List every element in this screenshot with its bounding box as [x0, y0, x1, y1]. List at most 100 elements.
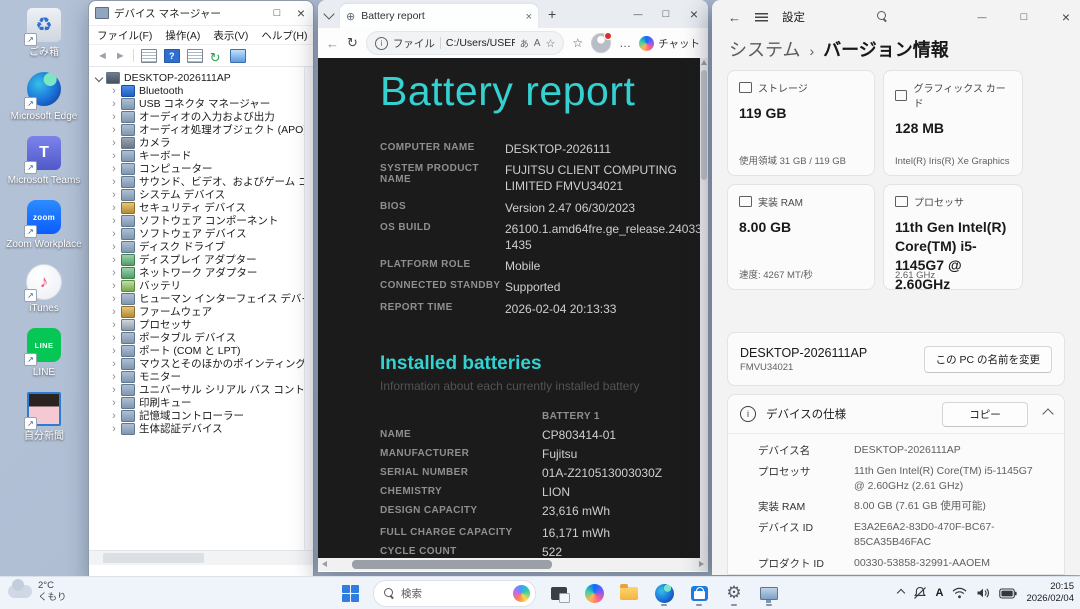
expand-chevron-icon[interactable]	[109, 111, 119, 123]
expand-chevron-icon[interactable]	[109, 358, 119, 370]
page-info-icon[interactable]	[374, 36, 388, 50]
vertical-scrollbar[interactable]	[304, 67, 313, 565]
expand-chevron-icon[interactable]	[109, 98, 119, 110]
expand-chevron-icon[interactable]	[109, 189, 119, 201]
device-tree-item[interactable]: マウスとそのほかのポインティング デバイス	[89, 357, 313, 370]
desktop-icon[interactable]: ごみ箱	[4, 8, 84, 58]
maximize-button[interactable]	[652, 0, 680, 28]
settings-titlebar[interactable]: 設定	[712, 0, 1080, 34]
tab-search-chevron-icon[interactable]	[318, 8, 340, 20]
minimize-button[interactable]	[968, 0, 996, 34]
battery-icon[interactable]	[999, 587, 1018, 599]
spec-card[interactable]: ストレージ 119 GB 使用領域 31 GB / 119 GB	[727, 70, 875, 176]
desktop-icon[interactable]: iTunes	[4, 264, 84, 314]
copy-button[interactable]: コピー	[942, 401, 1028, 427]
expand-chevron-icon[interactable]	[109, 306, 119, 318]
new-tab-button[interactable]	[548, 6, 556, 22]
expand-chevron-icon[interactable]	[109, 280, 119, 292]
breadcrumb-system[interactable]: システム	[729, 36, 800, 62]
spec-card[interactable]: 実装 RAM 8.00 GB 速度: 4267 MT/秒	[727, 184, 875, 290]
close-button[interactable]	[289, 1, 313, 25]
expand-chevron-icon[interactable]	[109, 332, 119, 344]
translate-icon[interactable]	[520, 37, 529, 50]
taskbar-search[interactable]: 検索	[373, 579, 536, 607]
collapse-chevron-icon[interactable]	[1042, 408, 1054, 420]
copilot-chat-button[interactable]: チャット	[639, 35, 700, 51]
device-tree-item[interactable]: カメラ	[89, 136, 313, 149]
weather-widget[interactable]: 2°C くもり	[8, 579, 67, 604]
search-icon[interactable]	[877, 8, 887, 26]
help-icon[interactable]	[163, 48, 180, 63]
desktop-icon[interactable]: zoom Zoom Workplace	[4, 200, 84, 250]
settings-button[interactable]	[722, 580, 746, 606]
expand-chevron-icon[interactable]	[109, 397, 119, 409]
desktop-icon[interactable]: T Microsoft Teams	[4, 136, 84, 186]
edge-button[interactable]	[652, 580, 676, 606]
expand-chevron-icon[interactable]	[109, 215, 119, 227]
file-explorer-button[interactable]	[617, 580, 641, 606]
tab-battery-report[interactable]: Battery report	[340, 4, 538, 28]
hidden-icons-chevron[interactable]	[896, 588, 905, 598]
device-tree-item[interactable]: 生体認証デバイス	[89, 422, 313, 435]
profile-avatar[interactable]	[591, 32, 613, 53]
wifi-icon[interactable]	[952, 587, 967, 599]
expand-chevron-icon[interactable]	[109, 267, 119, 279]
maximize-button[interactable]	[265, 1, 289, 25]
do-not-disturb-icon[interactable]	[913, 586, 927, 600]
menu-item[interactable]: 表示(V)	[213, 28, 248, 43]
store-button[interactable]	[687, 580, 711, 606]
spec-card[interactable]: グラフィックス カード 128 MB Intel(R) Iris(R) Xe G…	[883, 70, 1023, 176]
list-view-icon[interactable]	[140, 48, 157, 63]
address-bar[interactable]: ファイル C:/Users/USER...	[365, 31, 565, 55]
device-tree-item[interactable]: オーディオ処理オブジェクト (APO)	[89, 123, 313, 136]
page-vertical-scrollbar[interactable]	[700, 58, 708, 558]
page-horizontal-scrollbar[interactable]	[318, 558, 708, 571]
expand-chevron-icon[interactable]	[109, 137, 119, 149]
back-icon[interactable]	[326, 36, 339, 51]
maximize-button[interactable]	[1010, 0, 1038, 34]
device-tree-item[interactable]: ネットワーク アダプター	[89, 266, 313, 279]
navigation-menu-icon[interactable]	[755, 12, 768, 22]
expand-chevron-icon[interactable]	[109, 293, 119, 305]
collapse-chevron-icon[interactable]	[94, 73, 104, 82]
expand-chevron-icon[interactable]	[109, 124, 119, 136]
menu-item[interactable]: 操作(A)	[165, 28, 200, 43]
desktop-icon[interactable]: 自分新聞	[4, 392, 84, 442]
rename-pc-button[interactable]: この PC の名前を変更	[923, 345, 1052, 373]
expand-chevron-icon[interactable]	[109, 384, 119, 396]
reload-icon[interactable]	[347, 35, 358, 51]
forward-icon[interactable]	[115, 50, 126, 62]
speaker-icon[interactable]	[976, 587, 990, 599]
close-button[interactable]	[680, 0, 708, 28]
task-view-button[interactable]	[547, 580, 571, 606]
device-tree-root[interactable]: DESKTOP-2026111AP	[89, 71, 313, 84]
device-tree-item[interactable]: ユニバーサル シリアル バス コントローラー	[89, 383, 313, 396]
ime-mode-indicator[interactable]: A	[936, 587, 944, 599]
close-button[interactable]	[1052, 0, 1080, 34]
add-favorite-icon[interactable]	[545, 37, 555, 50]
expand-chevron-icon[interactable]	[109, 85, 119, 97]
expand-chevron-icon[interactable]	[109, 241, 119, 253]
expand-chevron-icon[interactable]	[109, 254, 119, 266]
desktop-icon[interactable]: Microsoft Edge	[4, 72, 84, 122]
expand-chevron-icon[interactable]	[109, 228, 119, 240]
tab-close-icon[interactable]	[526, 7, 532, 25]
device-manager-titlebar[interactable]: デバイス マネージャー	[89, 1, 313, 26]
copilot-button[interactable]	[582, 580, 606, 606]
expand-chevron-icon[interactable]	[109, 150, 119, 162]
start-button[interactable]	[338, 580, 362, 606]
back-icon[interactable]	[728, 10, 741, 25]
spec-card[interactable]: プロセッサ 11th Gen Intel(R) Core(TM) i5-1145…	[883, 184, 1023, 292]
expand-chevron-icon[interactable]	[109, 163, 119, 175]
more-menu-icon[interactable]	[619, 34, 631, 52]
expand-chevron-icon[interactable]	[109, 319, 119, 331]
expand-chevron-icon[interactable]	[109, 371, 119, 383]
scan-refresh-icon[interactable]	[210, 50, 223, 62]
device-spec-header[interactable]: デバイスの仕様 コピー	[728, 395, 1064, 434]
horizontal-scrollbar[interactable]	[89, 550, 313, 565]
back-icon[interactable]	[97, 50, 108, 62]
properties-icon[interactable]	[186, 48, 203, 63]
desktop-icon[interactable]: LINE LINE	[4, 328, 84, 378]
expand-chevron-icon[interactable]	[109, 176, 119, 188]
menu-item[interactable]: ヘルプ(H)	[261, 28, 307, 43]
